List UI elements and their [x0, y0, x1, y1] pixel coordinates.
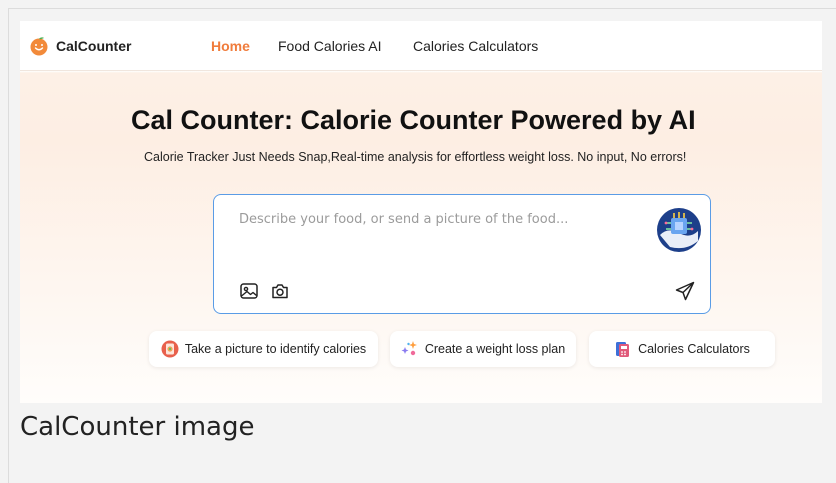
- ai-robot-avatar: [657, 208, 701, 252]
- chip-weight-loss-plan[interactable]: Create a weight loss plan: [390, 331, 576, 367]
- nav-calories-calculators[interactable]: Calories Calculators: [413, 38, 538, 54]
- image-upload-icon[interactable]: [239, 281, 259, 301]
- chat-placeholder[interactable]: Describe your food, or send a picture of…: [239, 212, 568, 227]
- chip-calories-calculators[interactable]: Calories Calculators: [589, 331, 775, 367]
- sparkle-plan-icon: [401, 341, 417, 356]
- food-photo-icon: [161, 340, 179, 358]
- calcounter-screenshot: CalCounter Home Food Calories AI Calorie…: [20, 21, 822, 403]
- chip-label: Take a picture to identify calories: [184, 342, 367, 356]
- chip-picture-calories[interactable]: Take a picture to identify calories: [149, 331, 378, 367]
- nav-home[interactable]: Home: [211, 38, 250, 54]
- orange-logo-icon: [30, 37, 48, 56]
- send-icon[interactable]: [674, 280, 696, 302]
- food-chat-input[interactable]: Describe your food, or send a picture of…: [213, 194, 711, 314]
- camera-icon[interactable]: [270, 281, 290, 301]
- navbar: CalCounter Home Food Calories AI Calorie…: [20, 21, 822, 71]
- chip-label: Calories Calculators: [638, 342, 750, 356]
- nav-food-calories-ai[interactable]: Food Calories AI: [278, 38, 382, 54]
- brand-logo[interactable]: CalCounter: [29, 36, 131, 56]
- calculator-book-icon: [616, 342, 630, 357]
- hero-title: Cal Counter: Calorie Counter Powered by …: [131, 105, 696, 135]
- chip-label: Create a weight loss plan: [424, 342, 566, 356]
- hero-subtitle: Calorie Tracker Just Needs Snap,Real-tim…: [144, 150, 687, 164]
- brand-name: CalCounter: [56, 38, 132, 54]
- image-caption: CalCounter image: [20, 412, 255, 442]
